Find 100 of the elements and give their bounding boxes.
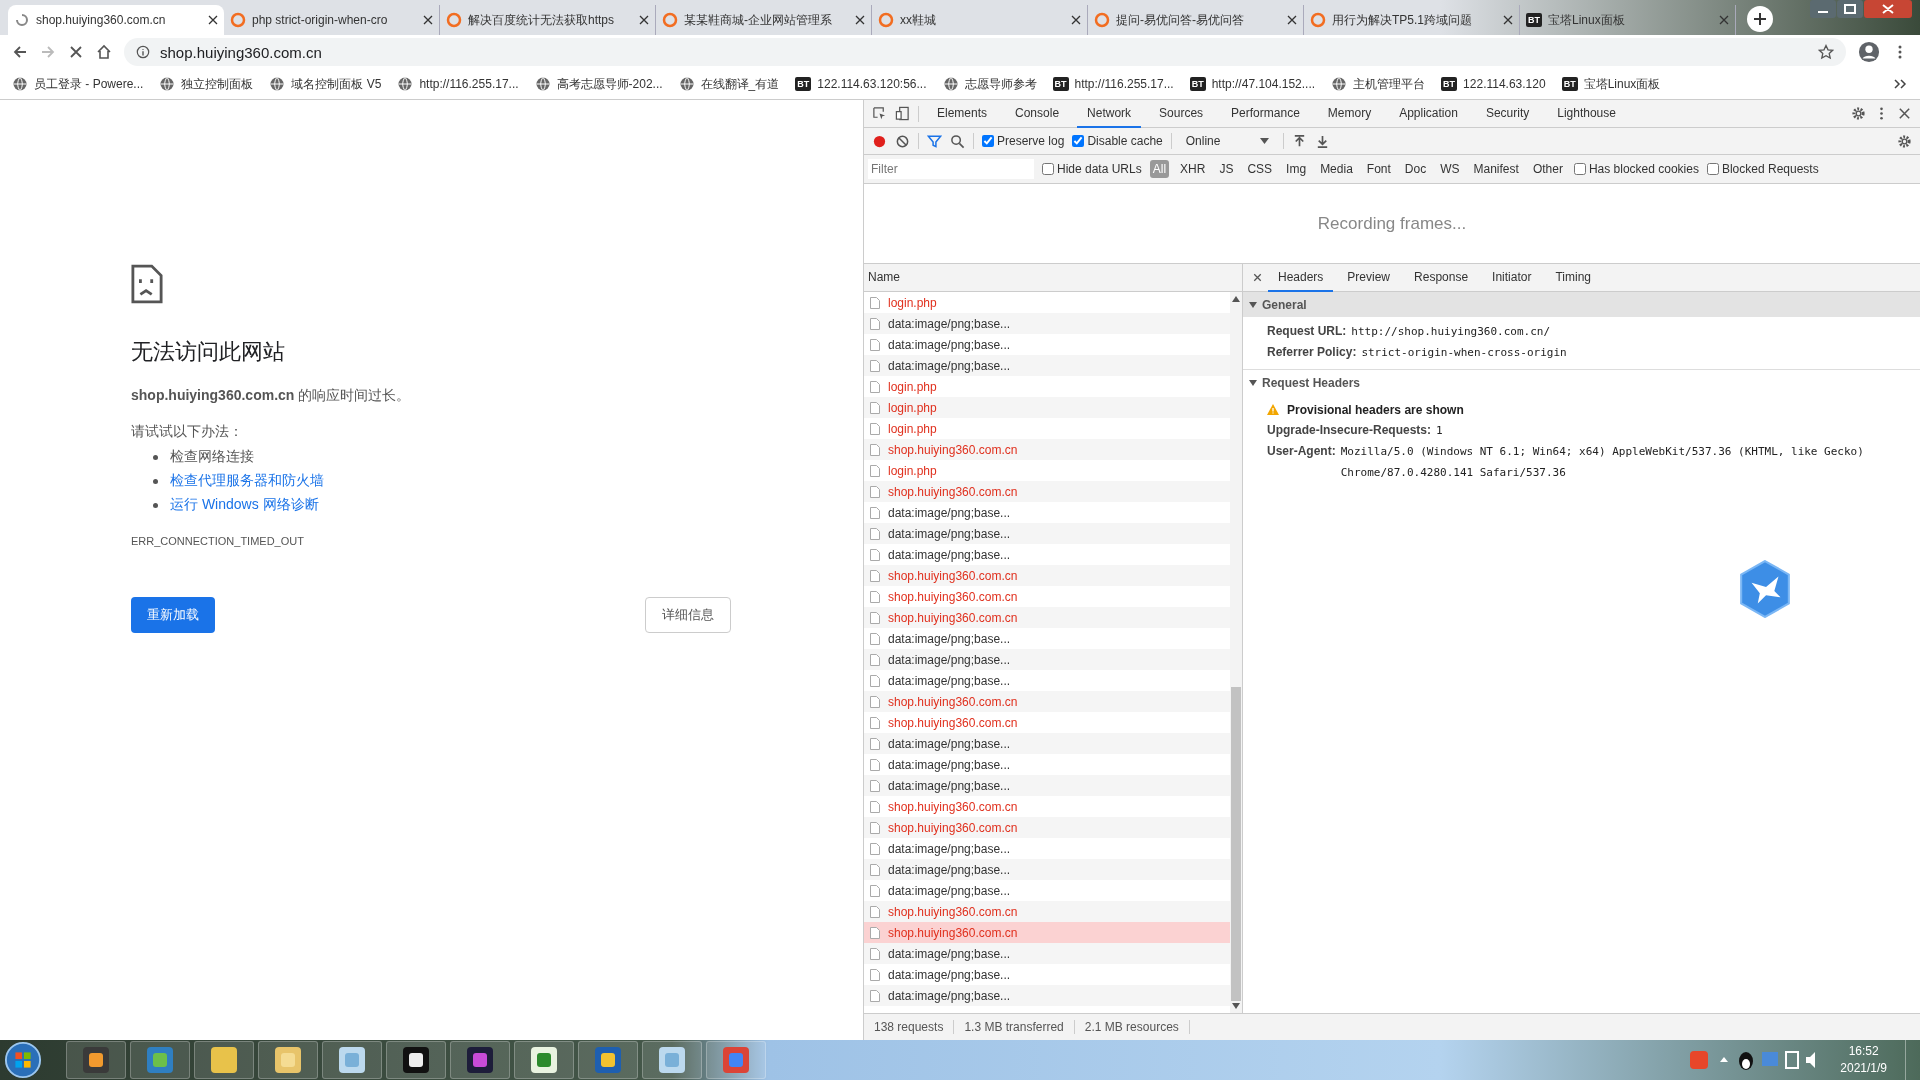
request-row[interactable]: data:image/png;base... [864, 838, 1230, 859]
type-filter[interactable]: Manifest [1470, 160, 1522, 178]
request-row[interactable]: data:image/png;base... [864, 775, 1230, 796]
request-row[interactable]: data:image/png;base... [864, 943, 1230, 964]
home-icon[interactable] [96, 44, 112, 60]
type-filter[interactable]: Doc [1401, 160, 1430, 178]
type-filter[interactable]: XHR [1177, 160, 1209, 178]
address-bar[interactable]: shop.huiying360.com.cn [124, 38, 1846, 66]
bookmark[interactable]: http://116.255.17... [397, 76, 519, 92]
bookmark[interactable]: 在线翻译_有道 [678, 75, 780, 93]
request-row[interactable]: data:image/png;base... [864, 313, 1230, 334]
blocked-cookies-checkbox[interactable] [1573, 163, 1586, 175]
request-row[interactable]: shop.huiying360.com.cn [864, 439, 1230, 460]
request-row[interactable]: shop.huiying360.com.cn [864, 901, 1230, 922]
checkbox-label[interactable]: Disable cache [1087, 134, 1163, 148]
close-icon[interactable] [1503, 15, 1513, 25]
type-filter[interactable]: JS [1216, 160, 1237, 178]
devtools-tab[interactable]: Performance [1221, 99, 1310, 128]
reload-button[interactable]: 重新加载 [131, 597, 215, 633]
devtools-tab[interactable]: Memory [1317, 99, 1382, 128]
request-row[interactable]: shop.huiying360.com.cn [864, 691, 1230, 712]
checkbox-label[interactable]: Blocked Requests [1721, 162, 1819, 176]
details-button[interactable]: 详细信息 [645, 597, 731, 633]
bookmark[interactable]: 主机管理平台 [1331, 75, 1426, 93]
bookmark[interactable]: BT 宝塔Linux面板 [1561, 75, 1661, 93]
new-tab-icon[interactable] [1746, 5, 1774, 33]
suggestion-link[interactable]: 运行 Windows 网络诊断 [170, 496, 319, 514]
request-row[interactable]: shop.huiying360.com.cn [864, 586, 1230, 607]
type-filter[interactable]: WS [1437, 160, 1463, 178]
scroll-down-icon[interactable] [1232, 1003, 1240, 1009]
inspect-icon[interactable] [872, 106, 887, 121]
devtools-tab[interactable]: Security [1475, 99, 1540, 128]
throttling-dropdown[interactable]: Online [1179, 134, 1276, 148]
close-icon[interactable] [1071, 15, 1081, 25]
section-header[interactable]: Request Headers [1243, 369, 1920, 395]
blocked-requests-checkbox[interactable] [1706, 163, 1719, 175]
request-row[interactable]: data:image/png;base... [864, 355, 1230, 376]
close-icon[interactable] [208, 15, 218, 25]
suggestion-link[interactable]: 检查代理服务器和防火墙 [170, 472, 324, 490]
request-row[interactable]: login.php [864, 397, 1230, 418]
clear-icon[interactable] [895, 133, 910, 149]
window-controls-icon[interactable] [1810, 0, 1914, 20]
close-icon[interactable] [639, 15, 649, 25]
bookmark[interactable]: 高考志愿导师-202... [534, 75, 663, 93]
checkbox-label[interactable]: Has blocked cookies [1588, 162, 1699, 176]
bookmark[interactable]: BT 122.114.63.120:56... [795, 77, 927, 91]
devtools-tab[interactable]: Elements [927, 99, 998, 128]
request-row[interactable]: data:image/png;base... [864, 670, 1230, 691]
close-icon[interactable] [1287, 15, 1297, 25]
column-header[interactable]: Name [864, 264, 1242, 292]
bookmark[interactable]: 员工登录 - Powere... [12, 75, 144, 93]
close-icon[interactable] [855, 15, 865, 25]
bookmark[interactable]: BT http://47.104.152.... [1189, 77, 1316, 91]
filter-icon[interactable] [927, 133, 942, 149]
checkbox-label[interactable]: Preserve log [997, 134, 1065, 148]
request-row[interactable]: shop.huiying360.com.cn [864, 565, 1230, 586]
detail-tab[interactable]: Response [1404, 263, 1479, 292]
request-row[interactable]: data:image/png;base... [864, 628, 1230, 649]
request-row[interactable]: login.php [864, 292, 1230, 313]
close-icon[interactable] [1897, 106, 1912, 121]
disable-cache-checkbox[interactable] [1072, 135, 1085, 147]
back-icon[interactable] [12, 44, 28, 60]
request-row[interactable]: shop.huiying360.com.cn [864, 712, 1230, 733]
bookmark[interactable]: 独立控制面板 [159, 75, 254, 93]
start-button-icon[interactable] [4, 1041, 42, 1079]
browser-tab[interactable]: shop.huiying360.com.cn [8, 5, 224, 35]
request-row[interactable]: data:image/png;base... [864, 964, 1230, 985]
type-filter[interactable]: Other [1529, 160, 1566, 178]
bird-logo-icon[interactable] [1739, 560, 1791, 618]
checkbox-label[interactable]: Hide data URLs [1057, 162, 1142, 176]
section-header[interactable]: General [1243, 292, 1920, 317]
detail-tab[interactable]: Preview [1337, 263, 1401, 292]
stop-icon[interactable] [68, 44, 84, 60]
request-row[interactable]: shop.huiying360.com.cn [864, 607, 1230, 628]
request-row[interactable]: data:image/png;base... [864, 502, 1230, 523]
scroll-up-icon[interactable] [1232, 296, 1240, 302]
request-row[interactable]: login.php [864, 460, 1230, 481]
settings-icon[interactable] [1897, 133, 1912, 149]
bookmark[interactable]: 志愿导师参考 [942, 75, 1037, 93]
devtools-tab[interactable]: Sources [1149, 99, 1214, 128]
request-row[interactable]: data:image/png;base... [864, 733, 1230, 754]
request-row[interactable]: shop.huiying360.com.cn [864, 796, 1230, 817]
hide-data-urls-checkbox[interactable] [1042, 163, 1054, 175]
preserve-log-checkbox[interactable] [982, 135, 994, 147]
record-icon[interactable] [872, 133, 887, 149]
settings-icon[interactable] [1851, 106, 1866, 121]
request-row[interactable]: data:image/png;base... [864, 334, 1230, 355]
request-row[interactable]: shop.huiying360.com.cn [864, 817, 1230, 838]
close-icon[interactable] [1251, 271, 1264, 284]
request-row[interactable]: data:image/png;base... [864, 859, 1230, 880]
request-row[interactable]: login.php [864, 376, 1230, 397]
request-row[interactable]: data:image/png;base... [864, 880, 1230, 901]
devtools-tab[interactable]: Console [1005, 99, 1070, 128]
type-filter[interactable]: CSS [1244, 160, 1276, 178]
request-row[interactable]: data:image/png;base... [864, 523, 1230, 544]
request-row[interactable]: data:image/png;base... [864, 754, 1230, 775]
devtools-tab[interactable]: Lighthouse [1547, 99, 1626, 128]
detail-tab[interactable]: Timing [1545, 263, 1601, 292]
bookmark[interactable]: BT http://116.255.17... [1052, 77, 1174, 91]
bookmark[interactable]: 域名控制面板 V5 [269, 75, 382, 93]
